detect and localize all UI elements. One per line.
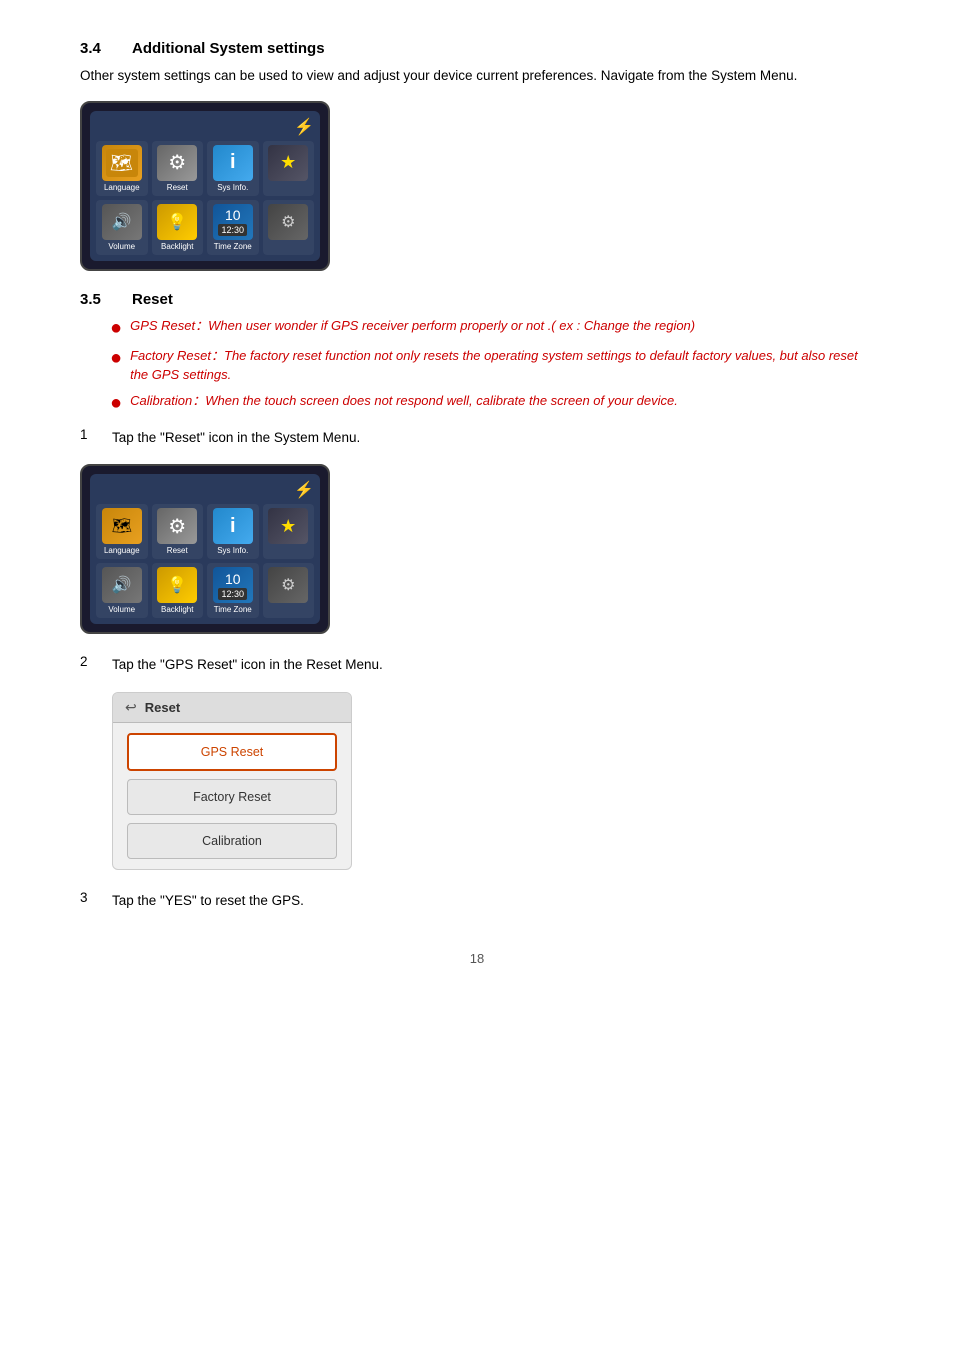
bullet-item-calibration: ● Calibration：When the touch screen does… <box>110 391 874 415</box>
page-number: 18 <box>80 951 874 966</box>
reset-menu: ↩ Reset GPS Reset Factory Reset Calibrat… <box>112 692 352 870</box>
sysinfo-icon-1: i <box>213 145 253 181</box>
device-icon-backlight-1: 💡 Backlight <box>152 200 204 255</box>
device-icon-language-2: 🗺 Language <box>96 504 148 559</box>
timezone-icon-1: 10 12:30 <box>213 204 253 240</box>
factory-reset-button[interactable]: Factory Reset <box>127 779 337 815</box>
bullet-dot-calibration: ● <box>110 391 122 415</box>
section-34: 3.4 Additional System settings Other sys… <box>80 40 874 271</box>
volume-icon-2: 🔊 <box>102 567 142 603</box>
timezone-icon-2: 10 12:30 <box>213 567 253 603</box>
device-screen-1: ⚡ 🗺 Language ⚙ Reset <box>90 111 320 261</box>
device-icon-timezone-1: 10 12:30 Time Zone <box>207 200 259 255</box>
calibration-button[interactable]: Calibration <box>127 823 337 859</box>
device-topbar-1: ⚡ <box>96 117 314 137</box>
device-icon-language-1: 🗺 Language <box>96 141 148 196</box>
reset-icon-1: ⚙ <box>157 145 197 181</box>
reset-menu-title: Reset <box>145 700 180 715</box>
backlight-label-2: Backlight <box>161 605 193 614</box>
reset-menu-body: GPS Reset Factory Reset Calibration <box>113 723 351 869</box>
gps-reset-button[interactable]: GPS Reset <box>127 733 337 771</box>
svg-text:🗺: 🗺 <box>110 153 133 173</box>
device-icon-star-2: ★ <box>263 504 315 559</box>
timezone-label-1: Time Zone <box>214 242 252 251</box>
bullet-text-factory: Factory Reset：The factory reset function… <box>130 346 874 385</box>
bullet-text-calibration: Calibration：When the touch screen does n… <box>130 391 678 411</box>
sysinfo-label-2: Sys Info. <box>217 546 248 555</box>
step-1-text: Tap the "Reset" icon in the System Menu. <box>112 427 360 449</box>
backlight-label-1: Backlight <box>161 242 193 251</box>
device-mockup-1: ⚡ 🗺 Language ⚙ Reset <box>80 101 330 271</box>
device-icon-grid-2: 🗺 Language ⚙ Reset i Sys Info. ★ 🔊 <box>96 504 314 618</box>
reset-label-1: Reset <box>167 183 188 192</box>
device-icon-grid-1: 🗺 Language ⚙ Reset i Sys Info. ★ <box>96 141 314 255</box>
bullet-list: ● GPS Reset：When user wonder if GPS rece… <box>110 316 874 415</box>
step-3-number: 3 <box>80 890 96 905</box>
device-screen-2: ⚡ 🗺 Language ⚙ Reset i Sys Info. ★ <box>90 474 320 624</box>
language-label-1: Language <box>104 183 140 192</box>
language-icon-2: 🗺 <box>102 508 142 544</box>
step-1-row: 1 Tap the "Reset" icon in the System Men… <box>80 427 874 449</box>
star-icon-1: ★ <box>268 145 308 181</box>
bullet-item-factory: ● Factory Reset：The factory reset functi… <box>110 346 874 385</box>
device-icon-volume-1: 🔊 Volume <box>96 200 148 255</box>
lightning-icon-2: ⚡ <box>294 480 314 500</box>
step-1-number: 1 <box>80 427 96 442</box>
language-label-2: Language <box>104 546 140 555</box>
volume-label-2: Volume <box>108 605 135 614</box>
device-icon-settings-1: ⚙ <box>263 200 315 255</box>
bullet-text-gps: GPS Reset：When user wonder if GPS receiv… <box>130 316 695 336</box>
device-topbar-2: ⚡ <box>96 480 314 500</box>
timezone-label-2: Time Zone <box>214 605 252 614</box>
section-34-number: 3.4 <box>80 40 116 57</box>
star-icon-2: ★ <box>268 508 308 544</box>
backlight-icon-2: 💡 <box>157 567 197 603</box>
bullet-dot-factory: ● <box>110 346 122 370</box>
device-icon-sysinfo-1: i Sys Info. <box>207 141 259 196</box>
step-2-number: 2 <box>80 654 96 669</box>
step-2-text: Tap the "GPS Reset" icon in the Reset Me… <box>112 654 383 676</box>
device-icon-backlight-2: 💡 Backlight <box>152 563 204 618</box>
device-icon-reset-1: ⚙ Reset <box>152 141 204 196</box>
device-mockup-2: ⚡ 🗺 Language ⚙ Reset i Sys Info. ★ <box>80 464 330 634</box>
section-35-title: Reset <box>132 291 173 308</box>
bullet-dot-gps: ● <box>110 316 122 340</box>
step-3-text: Tap the "YES" to reset the GPS. <box>112 890 304 912</box>
reset-label-2: Reset <box>167 546 188 555</box>
lightning-icon-1: ⚡ <box>294 117 314 137</box>
sysinfo-label-1: Sys Info. <box>217 183 248 192</box>
volume-icon-1: 🔊 <box>102 204 142 240</box>
sysinfo-icon-2: i <box>213 508 253 544</box>
device-icon-star-1: ★ <box>263 141 315 196</box>
step-3-row: 3 Tap the "YES" to reset the GPS. <box>80 890 874 912</box>
volume-label-1: Volume <box>108 242 135 251</box>
reset-icon-2: ⚙ <box>157 508 197 544</box>
reset-menu-back-icon: ↩ <box>125 699 137 716</box>
device-icon-settings-2: ⚙ <box>263 563 315 618</box>
settings-icon-2: ⚙ <box>268 567 308 603</box>
section-35: 3.5 Reset ● GPS Reset：When user wonder i… <box>80 291 874 912</box>
device-icon-sysinfo-2: i Sys Info. <box>207 504 259 559</box>
reset-menu-header: ↩ Reset <box>113 693 351 723</box>
section-35-number: 3.5 <box>80 291 116 308</box>
section-34-title: Additional System settings <box>132 40 325 57</box>
step-2-row: 2 Tap the "GPS Reset" icon in the Reset … <box>80 654 874 676</box>
device-icon-reset-2: ⚙ Reset <box>152 504 204 559</box>
backlight-icon-1: 💡 <box>157 204 197 240</box>
device-icon-timezone-2: 10 12:30 Time Zone <box>207 563 259 618</box>
language-icon-1: 🗺 <box>102 145 142 181</box>
bullet-item-gps: ● GPS Reset：When user wonder if GPS rece… <box>110 316 874 340</box>
section-34-body: Other system settings can be used to vie… <box>80 65 874 87</box>
device-icon-volume-2: 🔊 Volume <box>96 563 148 618</box>
settings-icon-1: ⚙ <box>268 204 308 240</box>
